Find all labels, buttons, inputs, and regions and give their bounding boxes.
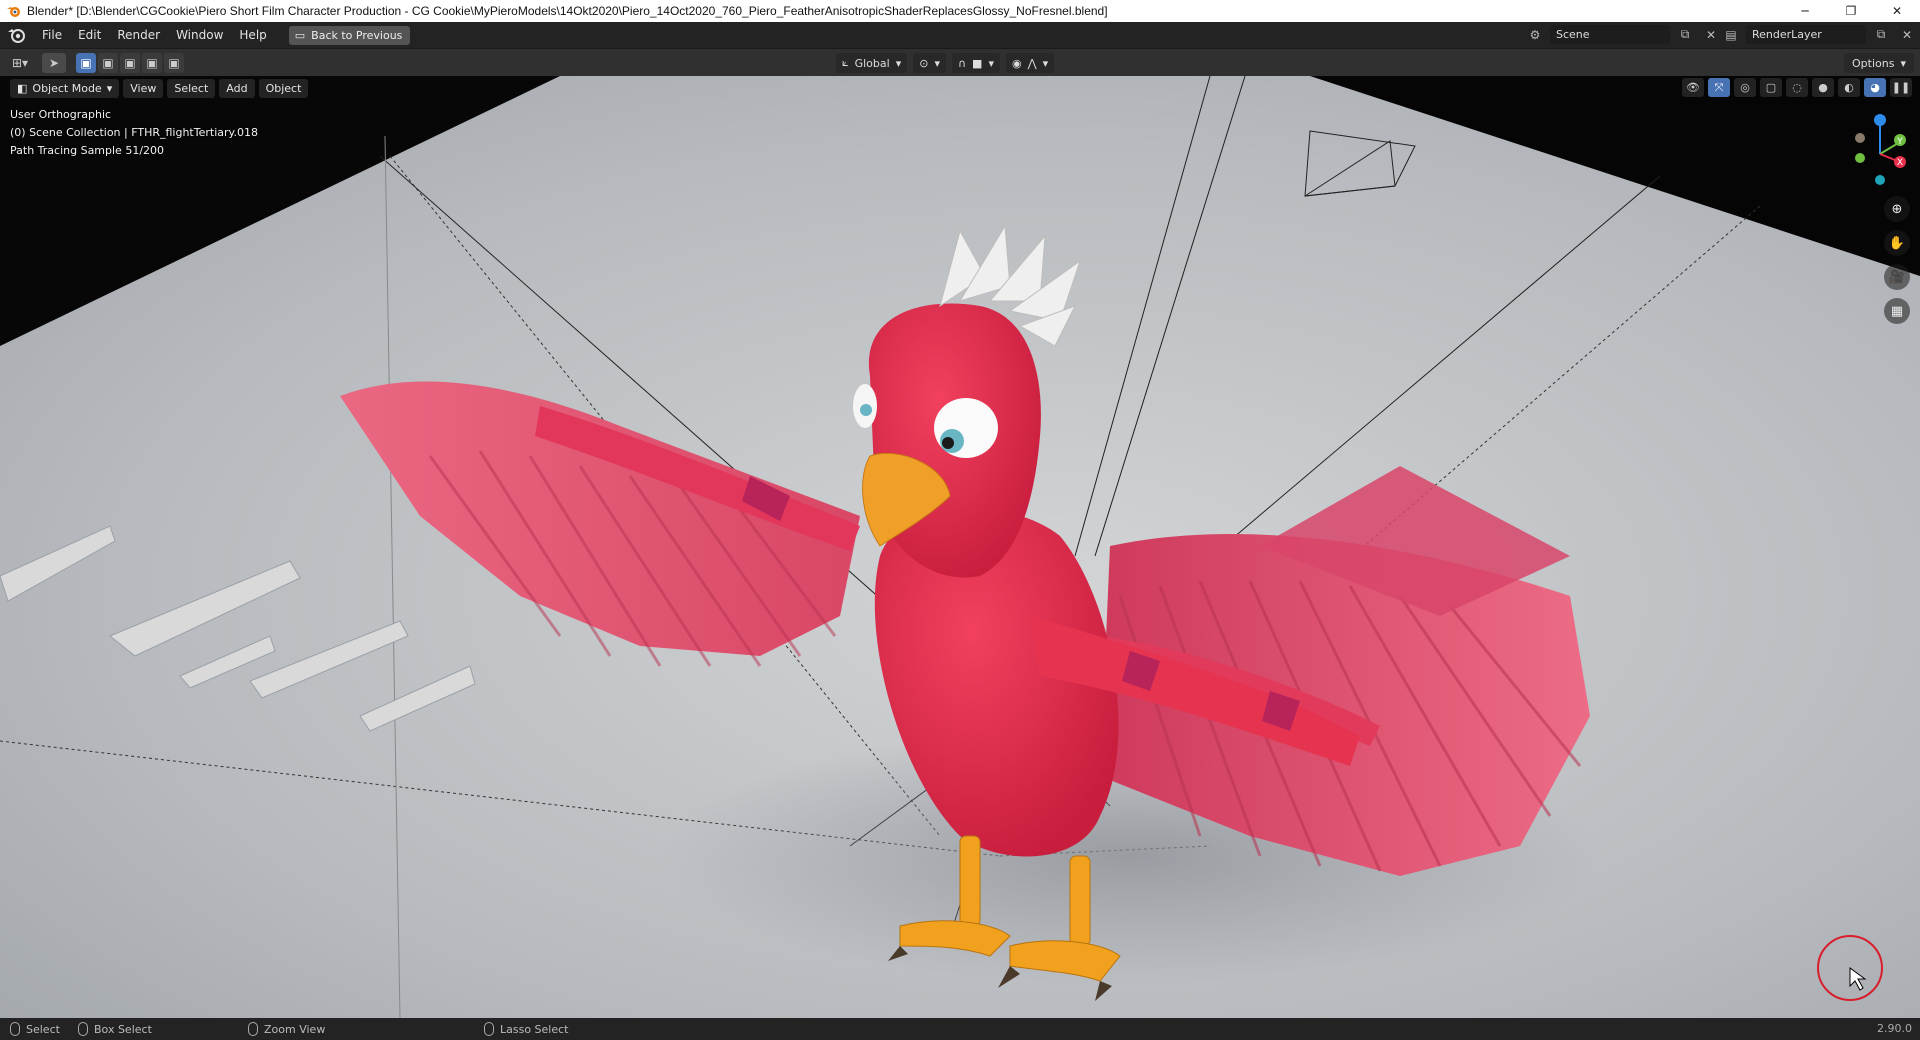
back-to-previous-button[interactable]: ▭ Back to Previous [288,25,411,45]
snap-dropdown[interactable]: ∩ ■ ▾ [951,53,1000,73]
pan-hand-icon[interactable]: ✋ [1884,230,1910,256]
chevron-down-icon: ▾ [895,56,902,70]
visibility-icon[interactable]: 👁 [1682,78,1704,97]
snap-target-icon: ■ [972,56,983,70]
pause-render-icon[interactable]: ❚❚ [1890,78,1912,97]
mode-new-selection-icon[interactable]: ▣ [76,52,96,73]
status-zoom-view: Zoom View [248,1022,325,1036]
window-titlebar: Blender* [D:\Blender\CGCookie\Piero Shor… [0,0,1920,22]
menu-render[interactable]: Render [109,24,168,46]
gizmo-x-label: X [1897,158,1903,168]
transform-orientation-dropdown[interactable]: ⟀ Global ▾ [836,53,908,73]
status-box-select-label: Box Select [94,1022,152,1036]
rendered-shading-icon[interactable]: ◕ [1864,78,1886,97]
blender-topbar: File Edit Render Window Help ▭ Back to P… [0,22,1920,48]
menu-file[interactable]: File [34,24,70,46]
camera-view-icon[interactable]: 🎥 [1884,264,1910,290]
select-menu[interactable]: Select [167,78,216,98]
object-mode-dropdown[interactable]: ◧ Object Mode ▾ [10,78,120,98]
rendered-scene [0,76,1920,1018]
object-mode-icon: ◧ [17,81,28,95]
render-status: Path Tracing Sample 51/200 [10,144,165,157]
status-select: Select [10,1022,60,1036]
mouse-right-icon [484,1022,494,1036]
status-bar: Select Box Select Zoom View Lasso Select… [0,1018,1920,1040]
close-button[interactable]: ✕ [1874,0,1920,22]
material-shading-icon[interactable]: ◐ [1838,78,1860,97]
scene-selector-icon[interactable]: ⚙ [1524,25,1546,44]
status-lasso-select-label: Lasso Select [500,1022,569,1036]
object-menu[interactable]: Object [258,78,309,98]
chevron-down-icon: ▾ [988,56,994,70]
falloff-icon: ⋀ [1027,56,1037,70]
blender-version: 2.90.0 [1877,1022,1912,1035]
add-menu[interactable]: Add [219,78,255,98]
delete-view-layer-icon[interactable]: ✕ [1896,25,1918,44]
navigation-gizmo[interactable]: Y X [1848,114,1912,194]
view-layer-selector-icon[interactable]: ▤ [1720,25,1742,44]
mouse-middle-icon [248,1022,258,1036]
3d-viewport[interactable]: ◧ Object Mode ▾ View Select Add Object 👁… [0,76,1920,1018]
gizmo-y-label: Y [1896,137,1903,147]
delete-scene-icon[interactable]: ✕ [1700,25,1722,44]
overlays-toggle-icon[interactable]: ◎ [1734,78,1756,97]
mode-extend-selection-icon[interactable]: ▣ [98,52,118,73]
proportional-edit-dropdown[interactable]: ◉ ⋀ ▾ [1005,53,1055,73]
wireframe-shading-icon[interactable]: ◌ [1786,78,1808,97]
mode-subtract-selection-icon[interactable]: ▣ [120,52,140,73]
magnet-icon: ∩ [957,56,967,70]
menu-edit[interactable]: Edit [70,24,109,46]
screen-icon: ▭ [294,28,306,42]
collection-info: (0) Scene Collection | FTHR_flightTertia… [10,126,258,139]
new-view-layer-icon[interactable]: ⧉ [1870,25,1892,44]
menu-help[interactable]: Help [231,24,274,46]
status-box-select: Box Select [78,1022,152,1036]
chevron-down-icon: ▾ [1900,56,1906,70]
object-mode-label: Object Mode [32,81,102,95]
status-lasso-select: Lasso Select [484,1022,569,1036]
mode-invert-selection-icon[interactable]: ▣ [142,52,162,73]
viewport-info-overlay: User Orthographic (0) Scene Collection |… [10,106,258,160]
restore-button[interactable]: ❐ [1828,0,1874,22]
viewport-header: ◧ Object Mode ▾ View Select Add Object [0,76,1920,100]
pivot-point-dropdown[interactable]: ⊙ ▾ [913,53,946,73]
options-label: Options [1852,56,1895,70]
chevron-down-icon: ▾ [1042,56,1049,70]
gizmo-toggle-icon[interactable]: ⤧ [1708,78,1730,97]
status-select-label: Select [26,1022,60,1036]
chevron-down-icon: ▾ [106,81,113,95]
navigation-buttons: ⊕ ✋ 🎥 ▦ [1884,196,1910,324]
minimize-button[interactable]: ─ [1782,0,1828,22]
proportional-icon: ◉ [1011,56,1022,70]
chevron-down-icon: ▾ [934,56,940,70]
select-tool-icon[interactable]: ➤ [42,52,66,73]
mode-intersect-selection-icon[interactable]: ▣ [164,52,184,73]
options-dropdown[interactable]: Options ▾ [1844,53,1914,73]
render-layer-field[interactable]: RenderLayer [1746,25,1866,44]
mouse-drag-icon [78,1022,88,1036]
view-menu[interactable]: View [123,78,164,98]
viewport-shading-controls: 👁 ⤧ ◎ ▢ ◌ ● ◐ ◕ ❚❚ [1682,78,1912,97]
transform-orientation-label: Global [854,56,890,70]
scene-name-field[interactable]: Scene [1550,25,1670,44]
solid-shading-icon[interactable]: ● [1812,78,1834,97]
status-zoom-view-label: Zoom View [264,1022,326,1036]
orientation-icon: ⟀ [842,56,849,69]
zoom-icon[interactable]: ⊕ [1884,196,1910,222]
tool-header: ⊞▾ ➤ ▣ ▣ ▣ ▣ ▣ ⟀ Global ▾ ⊙ ▾ ∩ ■ ▾ ◉ ⋀ ▾ Opt… [0,48,1920,76]
mouse-left-icon [10,1022,20,1036]
pivot-icon: ⊙ [919,56,929,70]
view-name: User Orthographic [10,108,112,121]
menu-window[interactable]: Window [168,24,231,46]
window-title: Blender* [D:\Blender\CGCookie\Piero Shor… [27,4,1108,18]
blender-app-icon [6,3,22,19]
editor-type-icon[interactable]: ⊞▾ [8,53,32,73]
blender-logo-icon[interactable] [6,24,28,46]
xray-toggle-icon[interactable]: ▢ [1760,78,1782,97]
back-to-previous-label: Back to Previous [311,28,403,42]
grid-toggle-icon[interactable]: ▦ [1884,298,1910,324]
new-scene-icon[interactable]: ⧉ [1674,25,1696,44]
